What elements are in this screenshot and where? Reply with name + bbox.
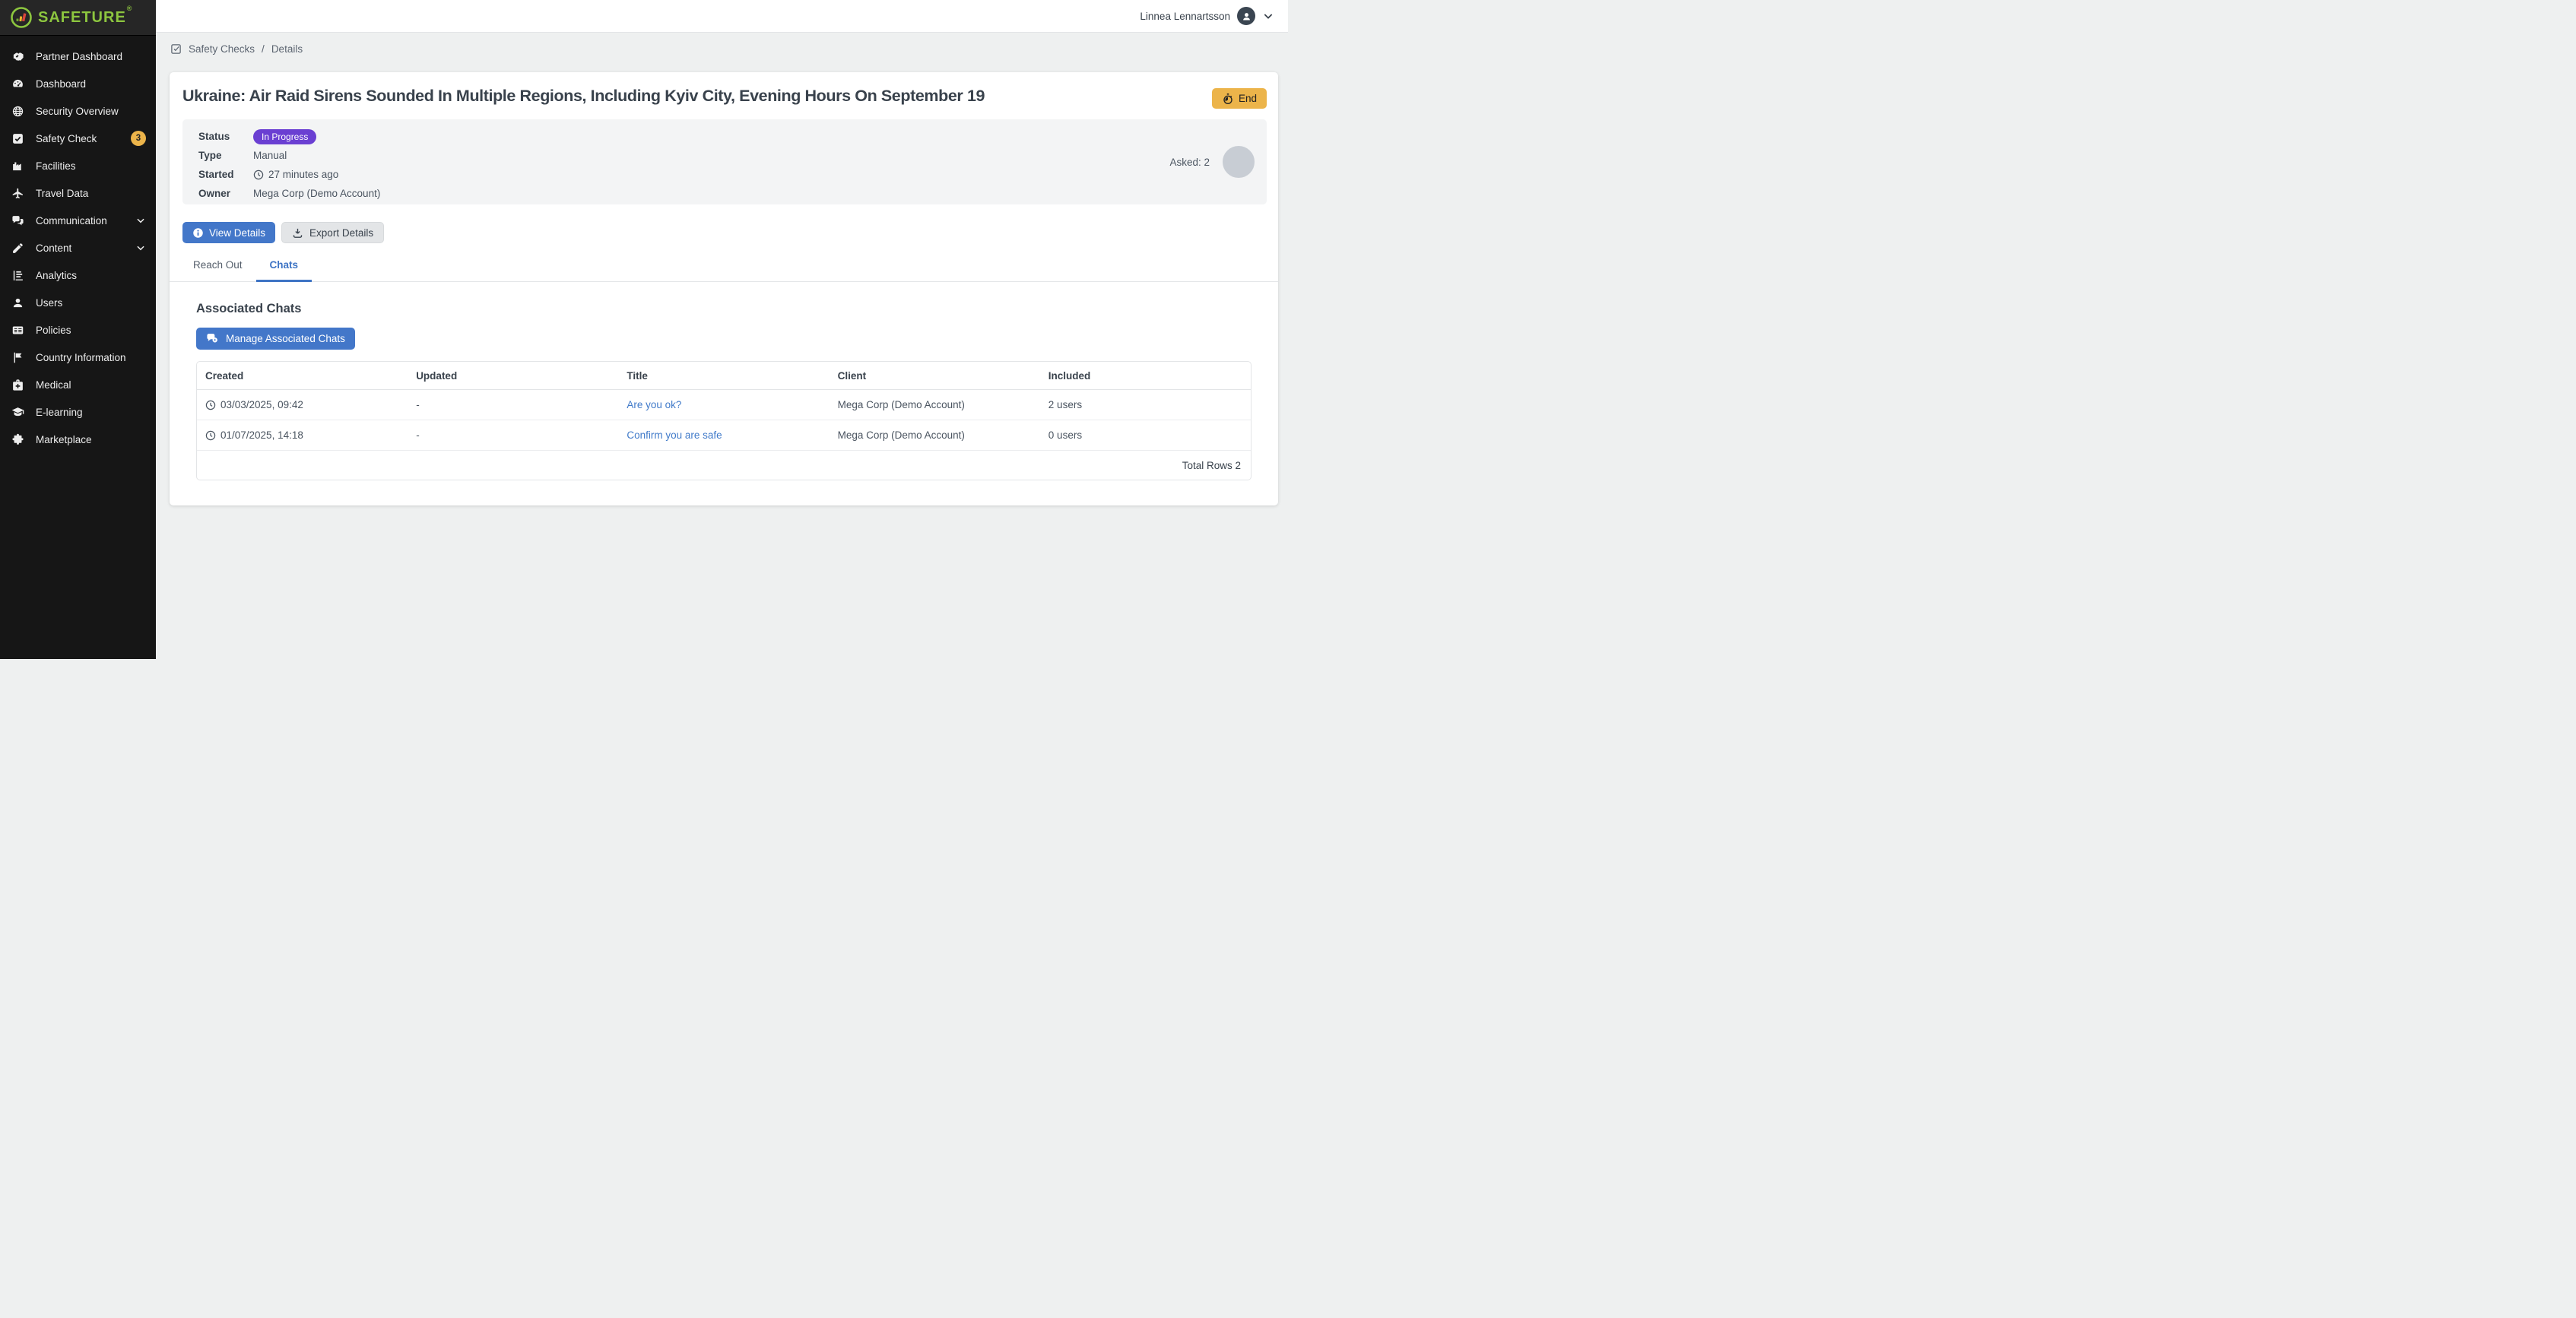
sidebar-item-facilities[interactable]: Facilities (0, 152, 156, 179)
created-value: 03/03/2025, 09:42 (220, 399, 303, 410)
sidebar-item-users[interactable]: Users (0, 289, 156, 316)
chevron-down-icon (135, 242, 146, 253)
asked-donut-chart (1223, 146, 1255, 178)
created-value: 01/07/2025, 14:18 (220, 429, 303, 441)
chevron-down-icon[interactable] (1262, 10, 1274, 22)
breadcrumb-safety-checks[interactable]: Safety Checks (189, 43, 255, 55)
status-row: Status In Progress (198, 127, 1252, 146)
tab-chats[interactable]: Chats (256, 251, 312, 282)
tabs: Reach Out Chats (170, 251, 1278, 282)
action-row: View Details Export Details (182, 222, 1278, 243)
globe-icon (11, 105, 24, 118)
associated-chats-section: Associated Chats Manage Associated Chats… (196, 302, 1252, 480)
flag-icon (11, 351, 24, 364)
breadcrumb-separator: / (262, 43, 265, 55)
factory-icon (11, 160, 24, 173)
column-header-client: Client (830, 370, 1040, 382)
clock-icon (253, 170, 264, 180)
main-content: Safety Checks / Details Ukraine: Air Rai… (156, 33, 1288, 659)
sidebar-item-marketplace[interactable]: Marketplace (0, 426, 156, 453)
sidebar-menu: Partner Dashboard Dashboard Security Ove… (0, 36, 156, 453)
check-square-icon (11, 132, 24, 145)
page-title: Ukraine: Air Raid Sirens Sounded In Mult… (182, 87, 985, 106)
sidebar-item-country-information[interactable]: Country Information (0, 344, 156, 371)
included-value: 2 users (1040, 399, 1251, 410)
started-row: Started 27 minutes ago (198, 165, 1252, 184)
graduation-cap-icon (11, 406, 24, 419)
included-value: 0 users (1040, 429, 1251, 441)
sidebar-item-safety-check[interactable]: Safety Check 3 (0, 125, 156, 152)
brand-name: SAFETURE® (38, 9, 132, 27)
table-header-row: Created Updated Title Client Included (197, 362, 1251, 390)
card-header: Ukraine: Air Raid Sirens Sounded In Mult… (170, 72, 1278, 109)
safety-check-details-card: Ukraine: Air Raid Sirens Sounded In Mult… (170, 72, 1278, 505)
manage-associated-chats-button[interactable]: Manage Associated Chats (196, 328, 355, 350)
clock-icon (205, 430, 216, 441)
download-icon (292, 227, 303, 239)
asked-summary: Asked: 2 (1169, 146, 1255, 178)
column-header-included: Included (1040, 370, 1251, 382)
asked-count: Asked: 2 (1169, 157, 1210, 168)
info-icon (192, 227, 204, 239)
client-value: Mega Corp (Demo Account) (830, 399, 1040, 410)
sidebar-item-e-learning[interactable]: E-learning (0, 398, 156, 426)
table-row: 03/03/2025, 09:42 - Are you ok? Mega Cor… (197, 390, 1251, 420)
owner-row: Owner Mega Corp (Demo Account) (198, 184, 1252, 203)
check-square-icon (170, 43, 182, 55)
medical-bag-icon (11, 379, 24, 391)
plane-icon (11, 187, 24, 200)
end-button[interactable]: End (1212, 88, 1267, 109)
updated-value: - (408, 429, 618, 441)
info-panel: Status In Progress Type Manual Started 2… (182, 119, 1267, 204)
sidebar-item-travel-data[interactable]: Travel Data (0, 179, 156, 207)
sidebar-item-content[interactable]: Content (0, 234, 156, 261)
breadcrumb-details: Details (271, 43, 303, 55)
table-footer-total-rows: Total Rows 2 (197, 451, 1251, 480)
chat-title-link[interactable]: Are you ok? (627, 399, 681, 410)
export-details-button[interactable]: Export Details (281, 222, 384, 243)
puzzle-icon (11, 433, 24, 446)
column-header-updated: Updated (408, 370, 618, 382)
view-details-button[interactable]: View Details (182, 222, 275, 243)
safeture-logo-icon (10, 6, 33, 29)
clock-icon (205, 400, 216, 410)
sidebar-item-dashboard[interactable]: Dashboard (0, 70, 156, 97)
associated-chats-table: Created Updated Title Client Included 03… (196, 361, 1252, 480)
brand-logo[interactable]: SAFETURE® (0, 0, 156, 36)
pencil-icon (11, 242, 24, 255)
status-badge: In Progress (253, 129, 316, 144)
gauge-icon (11, 78, 24, 90)
chevron-down-icon (135, 215, 146, 226)
handshake-icon (11, 50, 24, 63)
bar-chart-icon (11, 269, 24, 282)
list-card-icon (11, 324, 24, 337)
sidebar-item-analytics[interactable]: Analytics (0, 261, 156, 289)
user-circle-icon[interactable] (1237, 7, 1255, 25)
user-icon (11, 296, 24, 309)
column-header-created: Created (197, 370, 408, 382)
sidebar-item-medical[interactable]: Medical (0, 371, 156, 398)
sidebar-item-security-overview[interactable]: Security Overview (0, 97, 156, 125)
client-value: Mega Corp (Demo Account) (830, 429, 1040, 441)
updated-value: - (408, 399, 618, 410)
topbar: Linnea Lennartsson (156, 0, 1288, 33)
sidebar-item-partner-dashboard[interactable]: Partner Dashboard (0, 43, 156, 70)
safety-check-count-badge: 3 (131, 131, 146, 146)
section-heading: Associated Chats (196, 302, 1252, 316)
sidebar-item-policies[interactable]: Policies (0, 316, 156, 344)
chat-bubbles-icon (11, 214, 24, 227)
type-row: Type Manual (198, 146, 1252, 165)
breadcrumb: Safety Checks / Details (170, 43, 1288, 55)
chat-bubbles-icon (206, 332, 219, 345)
user-name: Linnea Lennartsson (1140, 11, 1230, 22)
column-header-title: Title (618, 370, 829, 382)
chat-title-link[interactable]: Confirm you are safe (627, 429, 722, 441)
sidebar: SAFETURE® Partner Dashboard Dashboard Se… (0, 0, 156, 659)
tab-reach-out[interactable]: Reach Out (179, 251, 256, 282)
sidebar-item-communication[interactable]: Communication (0, 207, 156, 234)
table-row: 01/07/2025, 14:18 - Confirm you are safe… (197, 420, 1251, 451)
stopwatch-icon (1222, 93, 1234, 105)
